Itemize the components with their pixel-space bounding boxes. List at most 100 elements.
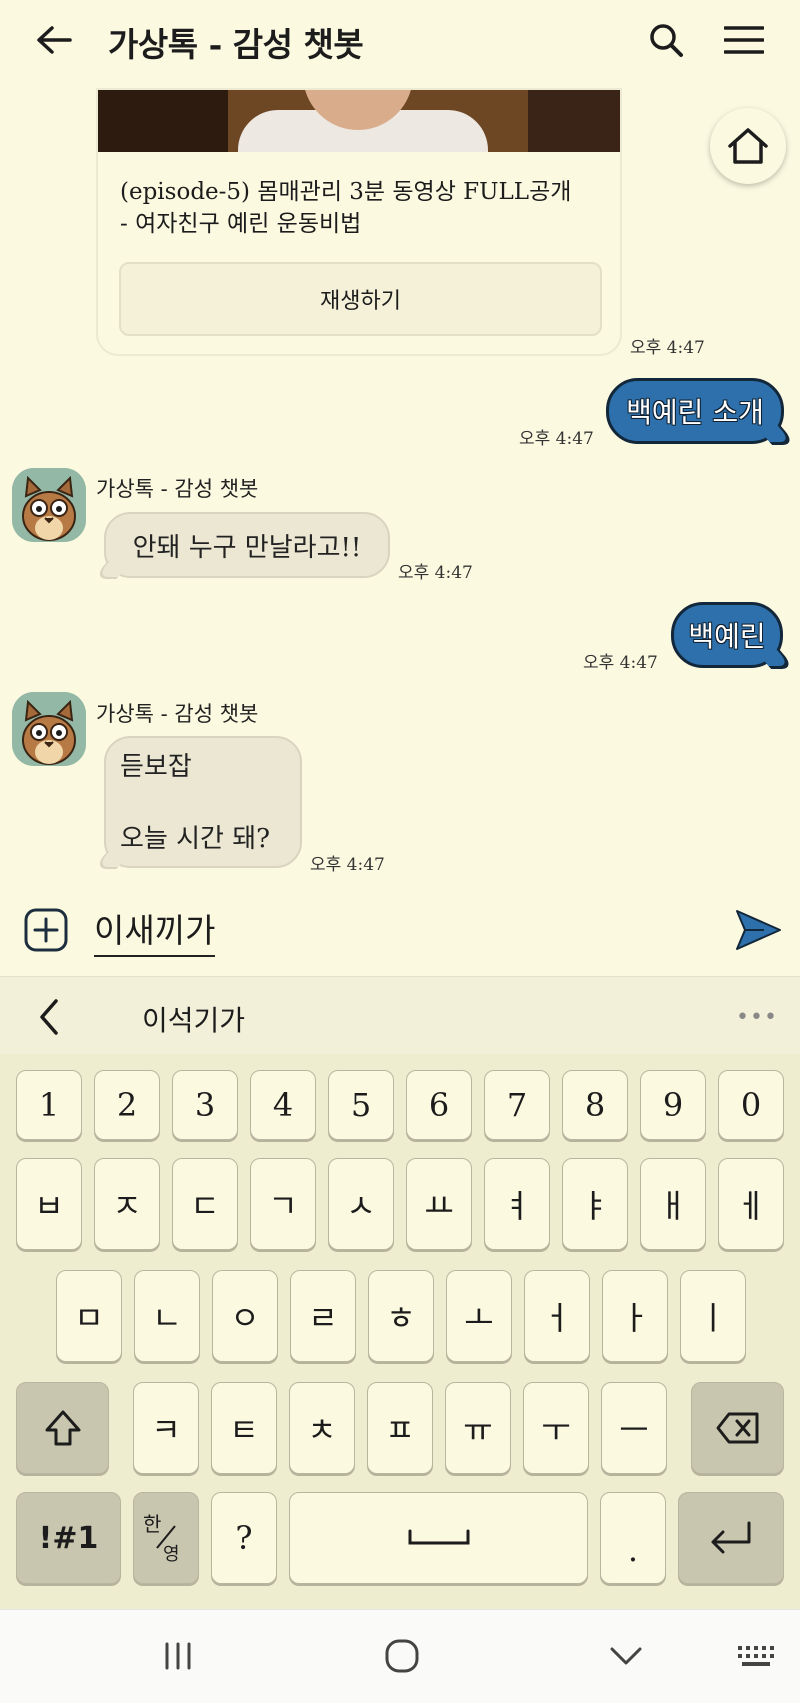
key-row3-6[interactable]: ㅓ bbox=[524, 1270, 590, 1362]
key-row1-5[interactable]: 6 bbox=[406, 1070, 472, 1140]
key-row4-6[interactable]: ㅡ bbox=[601, 1382, 667, 1474]
squirrel-icon bbox=[12, 468, 86, 542]
key-row2-8[interactable]: ㅐ bbox=[640, 1158, 706, 1250]
video-thumbnail[interactable] bbox=[98, 90, 620, 152]
key-row3-8[interactable]: ㅣ bbox=[680, 1270, 746, 1362]
message-time: 오후 4:47 bbox=[519, 429, 594, 449]
key-row3-7[interactable]: ㅏ bbox=[602, 1270, 668, 1362]
bot-message-bubble[interactable]: 안돼 누구 만날라고!! bbox=[104, 512, 390, 578]
key-row4-3[interactable]: ㅍ bbox=[367, 1382, 433, 1474]
symbols-key[interactable]: !#1 bbox=[16, 1492, 121, 1584]
message-composer: 이새끼가 bbox=[0, 890, 800, 976]
shift-icon bbox=[45, 1410, 80, 1446]
arrow-left-icon bbox=[37, 26, 72, 54]
key-row1-6[interactable]: 7 bbox=[484, 1070, 550, 1140]
message-input[interactable]: 이새끼가 bbox=[94, 904, 216, 957]
chevron-left-icon bbox=[40, 999, 58, 1035]
bot-message-bubble[interactable]: 듣보잡 오늘 시간 돼? bbox=[104, 736, 302, 868]
hamburger-menu-icon bbox=[724, 26, 764, 54]
key-row4-1[interactable]: ㅌ bbox=[211, 1382, 277, 1474]
key-row2-1[interactable]: ㅈ bbox=[94, 1158, 160, 1250]
key-row2-7[interactable]: ㅑ bbox=[562, 1158, 628, 1250]
key-row3-0[interactable]: ㅁ bbox=[56, 1270, 122, 1362]
video-title: (episode-5) 몸매관리 3분 동영상 FULL공개 - 여자친구 예린… bbox=[120, 176, 610, 240]
key-row1-9[interactable]: 0 bbox=[718, 1070, 784, 1140]
enter-key[interactable] bbox=[678, 1492, 784, 1584]
bot-message-line: 듣보잡 bbox=[120, 752, 192, 782]
key-row1-8[interactable]: 9 bbox=[640, 1070, 706, 1140]
period-key[interactable]: . bbox=[600, 1492, 666, 1584]
menu-button[interactable] bbox=[718, 14, 770, 66]
app-header: 가상톡 - 감성 챗봇 bbox=[0, 0, 800, 80]
search-icon bbox=[650, 24, 683, 57]
bot-avatar[interactable] bbox=[12, 692, 86, 766]
message-time: 오후 4:47 bbox=[310, 855, 385, 875]
key-row3-4[interactable]: ㅎ bbox=[368, 1270, 434, 1362]
suggestion-word[interactable]: 이석기가 bbox=[142, 999, 245, 1039]
search-button[interactable] bbox=[640, 14, 692, 66]
home-circle-icon bbox=[385, 1639, 419, 1673]
key-row1-0[interactable]: 1 bbox=[16, 1070, 82, 1140]
page-title: 가상톡 - 감성 챗봇 bbox=[108, 25, 364, 64]
send-button[interactable] bbox=[734, 908, 782, 952]
key-row2-3[interactable]: ㄱ bbox=[250, 1158, 316, 1250]
bot-message-line: 오늘 시간 돼? bbox=[120, 824, 271, 854]
home-icon bbox=[728, 128, 768, 164]
key-row3-1[interactable]: ㄴ bbox=[134, 1270, 200, 1362]
key-row3-2[interactable]: ㅇ bbox=[212, 1270, 278, 1362]
key-row4-2[interactable]: ㅊ bbox=[289, 1382, 355, 1474]
sender-name: 가상톡 - 감성 챗봇 bbox=[96, 477, 259, 501]
attach-button[interactable] bbox=[24, 908, 68, 952]
key-row4-4[interactable]: ㅠ bbox=[445, 1382, 511, 1474]
recent-apps-button[interactable] bbox=[152, 1632, 204, 1680]
sender-name: 가상톡 - 감성 챗봇 bbox=[96, 702, 259, 726]
key-row2-9[interactable]: ㅔ bbox=[718, 1158, 784, 1250]
play-button[interactable]: 재생하기 bbox=[119, 262, 602, 336]
key-row2-5[interactable]: ㅛ bbox=[406, 1158, 472, 1250]
key-row4-0[interactable]: ㅋ bbox=[133, 1382, 199, 1474]
home-nav-button[interactable] bbox=[376, 1632, 428, 1680]
message-time: 오후 4:47 bbox=[398, 563, 473, 583]
message-time: 오후 4:47 bbox=[630, 338, 705, 358]
suggestion-bar: 이석기가 ••• bbox=[0, 976, 800, 1054]
key-row1-4[interactable]: 5 bbox=[328, 1070, 394, 1140]
key-row2-0[interactable]: ㅂ bbox=[16, 1158, 82, 1250]
key-row2-4[interactable]: ㅅ bbox=[328, 1158, 394, 1250]
home-button[interactable] bbox=[710, 108, 786, 184]
key-row4-5[interactable]: ㅜ bbox=[523, 1382, 589, 1474]
hide-keyboard-button[interactable] bbox=[600, 1632, 652, 1680]
more-options-button[interactable]: ••• bbox=[736, 1005, 778, 1030]
key-row1-2[interactable]: 3 bbox=[172, 1070, 238, 1140]
key-row2-2[interactable]: ㄷ bbox=[172, 1158, 238, 1250]
system-nav-bar bbox=[0, 1609, 800, 1703]
suggestion-back-button[interactable] bbox=[32, 995, 68, 1039]
question-key[interactable]: ? bbox=[211, 1492, 277, 1584]
key-row3-3[interactable]: ㄹ bbox=[290, 1270, 356, 1362]
message-time: 오후 4:47 bbox=[583, 653, 658, 673]
backspace-icon bbox=[716, 1412, 758, 1444]
space-key[interactable] bbox=[289, 1492, 588, 1584]
video-title-line2: - 여자친구 예린 운동비법 bbox=[120, 211, 362, 237]
backspace-key[interactable] bbox=[691, 1382, 784, 1474]
keyboard-switch-button[interactable] bbox=[730, 1632, 782, 1680]
key-row1-3[interactable]: 4 bbox=[250, 1070, 316, 1140]
key-row2-6[interactable]: ㅕ bbox=[484, 1158, 550, 1250]
squirrel-icon bbox=[12, 692, 86, 766]
slash-icon bbox=[156, 1525, 176, 1549]
keyboard: 1234567890 ㅂㅈㄷㄱㅅㅛㅕㅑㅐㅔ ㅁㄴㅇㄹㅎㅗㅓㅏㅣ ㅋㅌㅊㅍㅠㅜㅡ … bbox=[0, 1054, 800, 1609]
enter-icon bbox=[711, 1521, 751, 1554]
key-row1-7[interactable]: 8 bbox=[562, 1070, 628, 1140]
keyboard-icon bbox=[738, 1646, 774, 1666]
key-row3-5[interactable]: ㅗ bbox=[446, 1270, 512, 1362]
video-card: (episode-5) 몸매관리 3분 동영상 FULL공개 - 여자친구 예린… bbox=[96, 88, 622, 356]
my-message-bubble[interactable]: 백예린 소개 bbox=[606, 378, 784, 444]
shift-key[interactable] bbox=[16, 1382, 109, 1474]
spacebar-icon bbox=[408, 1529, 469, 1545]
back-button[interactable] bbox=[28, 14, 80, 66]
chevron-down-icon bbox=[610, 1647, 642, 1665]
bot-avatar[interactable] bbox=[12, 468, 86, 542]
language-switch-key[interactable]: 한 영 bbox=[133, 1492, 199, 1584]
plus-square-icon bbox=[24, 908, 68, 952]
my-message-bubble[interactable]: 백예린 bbox=[671, 602, 783, 668]
key-row1-1[interactable]: 2 bbox=[94, 1070, 160, 1140]
